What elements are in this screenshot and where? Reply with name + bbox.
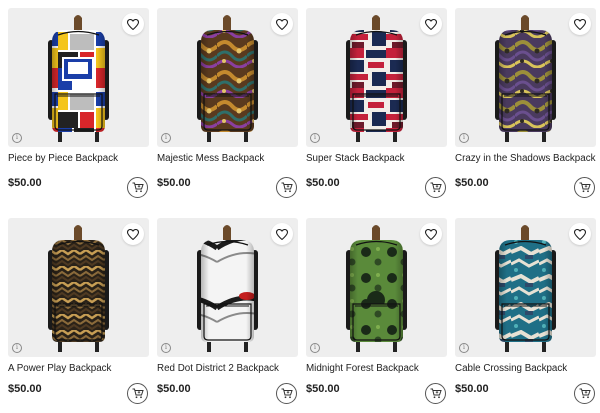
add-to-cart-icon[interactable] [276,177,297,198]
product-grid: i Piece by Piece Backpack $50.00 i Majes… [0,0,600,413]
info-icon[interactable]: i [310,343,320,353]
product-image[interactable]: i [306,8,447,147]
product-name[interactable]: Piece by Piece Backpack [8,153,149,164]
add-to-cart-icon[interactable] [425,383,446,404]
product-name[interactable]: Majestic Mess Backpack [157,153,298,164]
product-name[interactable]: Super Stack Backpack [306,153,447,164]
product-name[interactable]: Red Dot District 2 Backpack [157,363,298,374]
info-icon[interactable]: i [459,133,469,143]
product-image[interactable]: i [157,218,298,357]
info-icon[interactable]: i [161,343,171,353]
product-image[interactable]: i [8,218,149,357]
heart-icon[interactable] [420,13,442,35]
product-price: $50.00 [306,383,340,395]
product-card[interactable]: i Crazy in the Shadows Backpack $50.00 [455,0,596,209]
product-name[interactable]: A Power Play Backpack [8,363,149,374]
heart-icon[interactable] [420,223,442,245]
add-to-cart-icon[interactable] [574,177,595,198]
product-card[interactable]: i Super Stack Backpack $50.00 [306,0,447,209]
product-image[interactable]: i [157,8,298,147]
product-card[interactable]: i Midnight Forest Backpack $50.00 [306,209,447,413]
heart-icon[interactable] [122,13,144,35]
add-to-cart-icon[interactable] [425,177,446,198]
product-image[interactable]: i [455,8,596,147]
info-icon[interactable]: i [12,133,22,143]
info-icon[interactable]: i [459,343,469,353]
product-price: $50.00 [8,177,42,189]
product-image[interactable]: i [8,8,149,147]
product-image[interactable]: i [455,218,596,357]
heart-icon[interactable] [271,13,293,35]
product-price: $50.00 [306,177,340,189]
product-name[interactable]: Crazy in the Shadows Backpack [455,153,596,164]
product-name[interactable]: Midnight Forest Backpack [306,363,447,374]
heart-icon[interactable] [271,223,293,245]
heart-icon[interactable] [122,223,144,245]
info-icon[interactable]: i [12,343,22,353]
product-price: $50.00 [455,177,489,189]
product-price: $50.00 [157,383,191,395]
product-name[interactable]: Cable Crossing Backpack [455,363,596,374]
heart-icon[interactable] [569,13,591,35]
heart-icon[interactable] [569,223,591,245]
add-to-cart-icon[interactable] [127,177,148,198]
product-price: $50.00 [157,177,191,189]
product-card[interactable]: i A Power Play Backpack $50.00 [8,209,149,413]
product-card[interactable]: i Red Dot District 2 Backpack $50.00 [157,209,298,413]
product-image[interactable]: i [306,218,447,357]
product-price: $50.00 [8,383,42,395]
info-icon[interactable]: i [161,133,171,143]
product-price: $50.00 [455,383,489,395]
add-to-cart-icon[interactable] [276,383,297,404]
info-icon[interactable]: i [310,133,320,143]
product-card[interactable]: i Piece by Piece Backpack $50.00 [8,0,149,209]
add-to-cart-icon[interactable] [127,383,148,404]
product-card[interactable]: i Cable Crossing Backpack $50.00 [455,209,596,413]
product-card[interactable]: i Majestic Mess Backpack $50.00 [157,0,298,209]
add-to-cart-icon[interactable] [574,383,595,404]
